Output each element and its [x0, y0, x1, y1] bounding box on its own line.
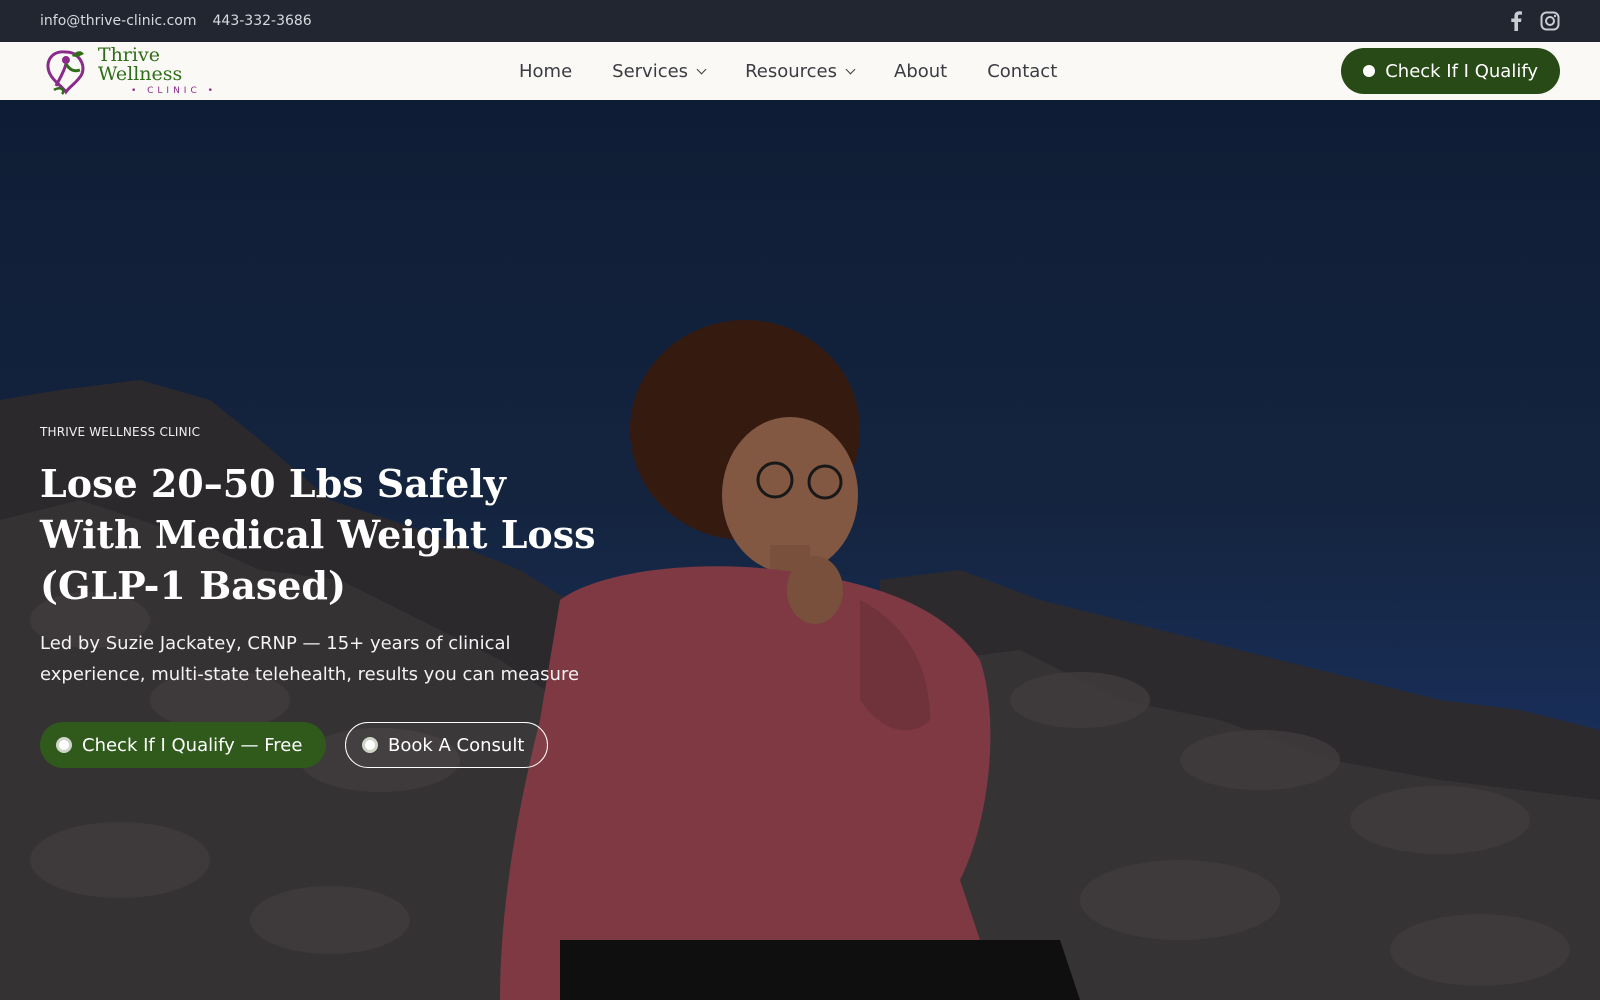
top-contact-bar: info@thrive-clinic.com 443-332-3686: [0, 0, 1600, 42]
social-links: [1506, 11, 1560, 31]
nav-item-resources[interactable]: Resources: [745, 60, 856, 82]
dot-icon: [362, 737, 378, 753]
chevron-down-icon: [696, 64, 707, 74]
nav-item-label: Home: [519, 60, 573, 82]
nav-cta-label: Check If I Qualify: [1385, 60, 1538, 82]
nav-item-label: Services: [612, 60, 689, 82]
clinic-logo[interactable]: Thrive Wellness • CLINIC •: [40, 46, 250, 96]
nav-item-label: Resources: [745, 60, 837, 82]
hero-headline: Lose 20–50 Lbs Safely With Medical Weigh…: [40, 461, 596, 608]
hero-section: THRIVE WELLNESS CLINIC Lose 20–50 Lbs Sa…: [0, 100, 1600, 1000]
book-consult-button[interactable]: Book A Consult: [345, 722, 548, 768]
nav-item-about[interactable]: About: [894, 61, 947, 82]
primary-button-label: Check If I Qualify — Free: [82, 734, 303, 756]
hero-subtext: Led by Suzie Jackatey, CRNP — 15+ years …: [40, 633, 580, 685]
nav-item-label: Contact: [987, 60, 1058, 82]
check-qualify-nav-button[interactable]: Check If I Qualify: [1341, 48, 1560, 94]
contact-email[interactable]: info@thrive-clinic.com: [40, 13, 197, 29]
nav-item-home[interactable]: Home: [519, 61, 572, 82]
check-qualify-free-button[interactable]: Check If I Qualify — Free: [40, 722, 326, 768]
nav-item-services[interactable]: Services: [612, 60, 707, 82]
instagram-icon[interactable]: [1540, 11, 1560, 31]
secondary-button-label: Book A Consult: [388, 734, 525, 756]
nav-menu: Home Services Resources About Contact: [519, 42, 1057, 100]
hero-eyebrow: THRIVE WELLNESS CLINIC: [40, 425, 201, 439]
dot-icon: [1363, 65, 1376, 77]
contact-phone[interactable]: 443-332-3686: [213, 13, 312, 29]
facebook-icon[interactable]: [1506, 11, 1526, 31]
nav-item-contact[interactable]: Contact: [987, 61, 1057, 82]
dot-icon: [56, 737, 72, 753]
logo-figure-icon: [46, 50, 85, 95]
main-navigation: Thrive Wellness • CLINIC • Home Services…: [0, 42, 1600, 100]
nav-item-label: About: [894, 60, 948, 82]
logo-name: Thrive Wellness: [97, 44, 183, 85]
chevron-down-icon: [845, 64, 856, 74]
logo-subtitle: • CLINIC •: [130, 86, 217, 96]
